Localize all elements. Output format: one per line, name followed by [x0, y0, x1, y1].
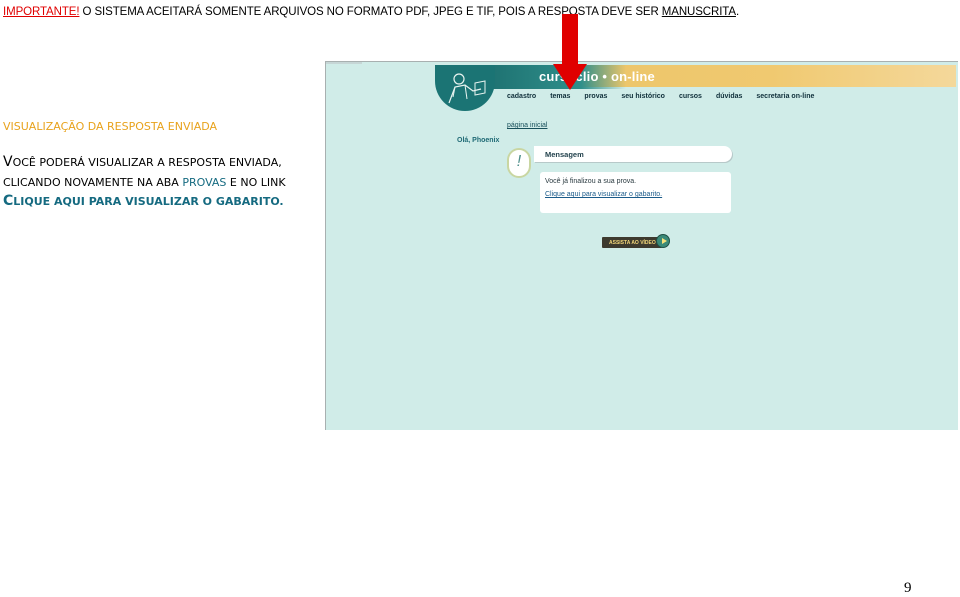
nav-duvidas[interactable]: dúvidas	[716, 93, 742, 100]
line2-end: E NO LINK	[226, 175, 286, 189]
line2-start: CLICANDO NOVAMENTE NA ABA	[3, 175, 183, 189]
top-line	[326, 62, 362, 64]
message-text: Você já finalizou a sua prova.	[545, 178, 637, 185]
logo-emblem-icon	[435, 65, 495, 111]
line1-rest: OCÊ PODERÁ VISUALIZAR A RESPOSTA ENVIADA…	[12, 156, 282, 169]
line2-link: PROVAS	[182, 175, 227, 189]
message-title: Mensagem	[545, 150, 584, 159]
instructions-line-3: CLIQUE AQUI PARA VISUALIZAR O GABARITO.	[3, 192, 286, 212]
site-screenshot: cursoclio • on-line cadastro temas prova…	[325, 61, 958, 430]
greeting: Olá, Phoenix	[457, 137, 500, 144]
instructions-body: VOCÊ PODERÁ VISUALIZAR A RESPOSTA ENVIAD…	[3, 153, 286, 212]
nav-cadastro[interactable]: cadastro	[507, 93, 536, 100]
nav-cursos[interactable]: cursos	[679, 93, 702, 100]
notice-underlined: MANUSCRITA	[661, 6, 736, 18]
instructions-title: VISUALIZAÇÃO DA RESPOSTA ENVIADA	[3, 120, 218, 133]
nav-temas[interactable]: temas	[550, 93, 570, 100]
line3-initial: C	[3, 193, 14, 209]
watch-video-label: ASSISTA AO VÍDEO	[609, 239, 656, 246]
site-nav: cadastro temas provas seu histórico curs…	[507, 93, 828, 100]
home-link[interactable]: página inicial	[507, 122, 547, 129]
instructions-line-1: VOCÊ PODERÁ VISUALIZAR A RESPOSTA ENVIAD…	[3, 153, 286, 173]
nav-historico[interactable]: seu histórico	[621, 93, 665, 100]
important-notice: IMPORTANTE! O SISTEMA ACEITARÁ SOMENTE A…	[3, 6, 739, 18]
play-icon[interactable]	[656, 234, 670, 248]
notice-end: .	[735, 6, 740, 18]
exclamation-icon: !	[507, 148, 531, 178]
nav-secretaria[interactable]: secretaria on-line	[756, 93, 814, 100]
line3-rest: LIQUE AQUI PARA VISUALIZAR O GABARITO.	[13, 195, 284, 208]
view-answer-link[interactable]: Clique aqui para visualizar o gabarito.	[545, 191, 662, 198]
red-arrow-icon	[553, 14, 587, 90]
nav-provas[interactable]: provas	[584, 93, 607, 100]
instructions-line-2: CLICANDO NOVAMENTE NA ABA PROVAS E NO LI…	[3, 173, 286, 193]
important-label: IMPORTANTE!	[3, 6, 80, 18]
line1-initial: V	[3, 154, 13, 170]
page-number: 9	[904, 580, 912, 596]
